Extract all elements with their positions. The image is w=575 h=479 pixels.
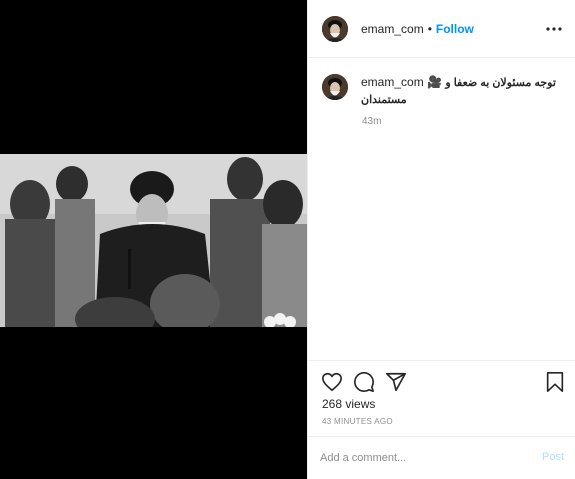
caption: emam_com 🎥 توجه مسئولان به ضعفا و مستمند… [322, 74, 562, 108]
post-details-panel: emam_com • Follow emam_com 🎥 توجه مسئولا… [307, 0, 575, 479]
share-icon[interactable] [385, 371, 407, 393]
post-comment-button[interactable]: Post [542, 451, 564, 463]
comment-icon[interactable] [353, 371, 375, 393]
comment-box: Post [308, 436, 575, 479]
avatar[interactable] [322, 15, 348, 42]
video-still-image [0, 154, 307, 327]
caption-timestamp[interactable]: 43m [362, 116, 381, 127]
action-bar: 268 views 43 MINUTES AGO [308, 360, 575, 436]
heart-icon[interactable] [321, 371, 343, 393]
follow-button[interactable]: Follow [436, 22, 474, 36]
separator-dot: • [427, 21, 432, 36]
comment-input[interactable] [320, 449, 520, 467]
video-frame[interactable] [0, 154, 307, 327]
video-media[interactable] [0, 0, 307, 479]
post-header: emam_com • Follow [308, 0, 575, 58]
post-timestamp[interactable]: 43 MINUTES AGO [322, 417, 393, 426]
caption-avatar[interactable] [322, 74, 348, 100]
caption-body: emam_com 🎥 توجه مسئولان به ضعفا و مستمند… [361, 74, 561, 108]
camera-emoji: 🎥 [427, 75, 442, 89]
bookmark-icon[interactable] [544, 371, 566, 393]
view-count[interactable]: 268 views [322, 397, 375, 411]
username-link[interactable]: emam_com [361, 22, 424, 36]
more-horizontal-icon[interactable] [544, 19, 564, 39]
caption-username-link[interactable]: emam_com [361, 75, 424, 89]
